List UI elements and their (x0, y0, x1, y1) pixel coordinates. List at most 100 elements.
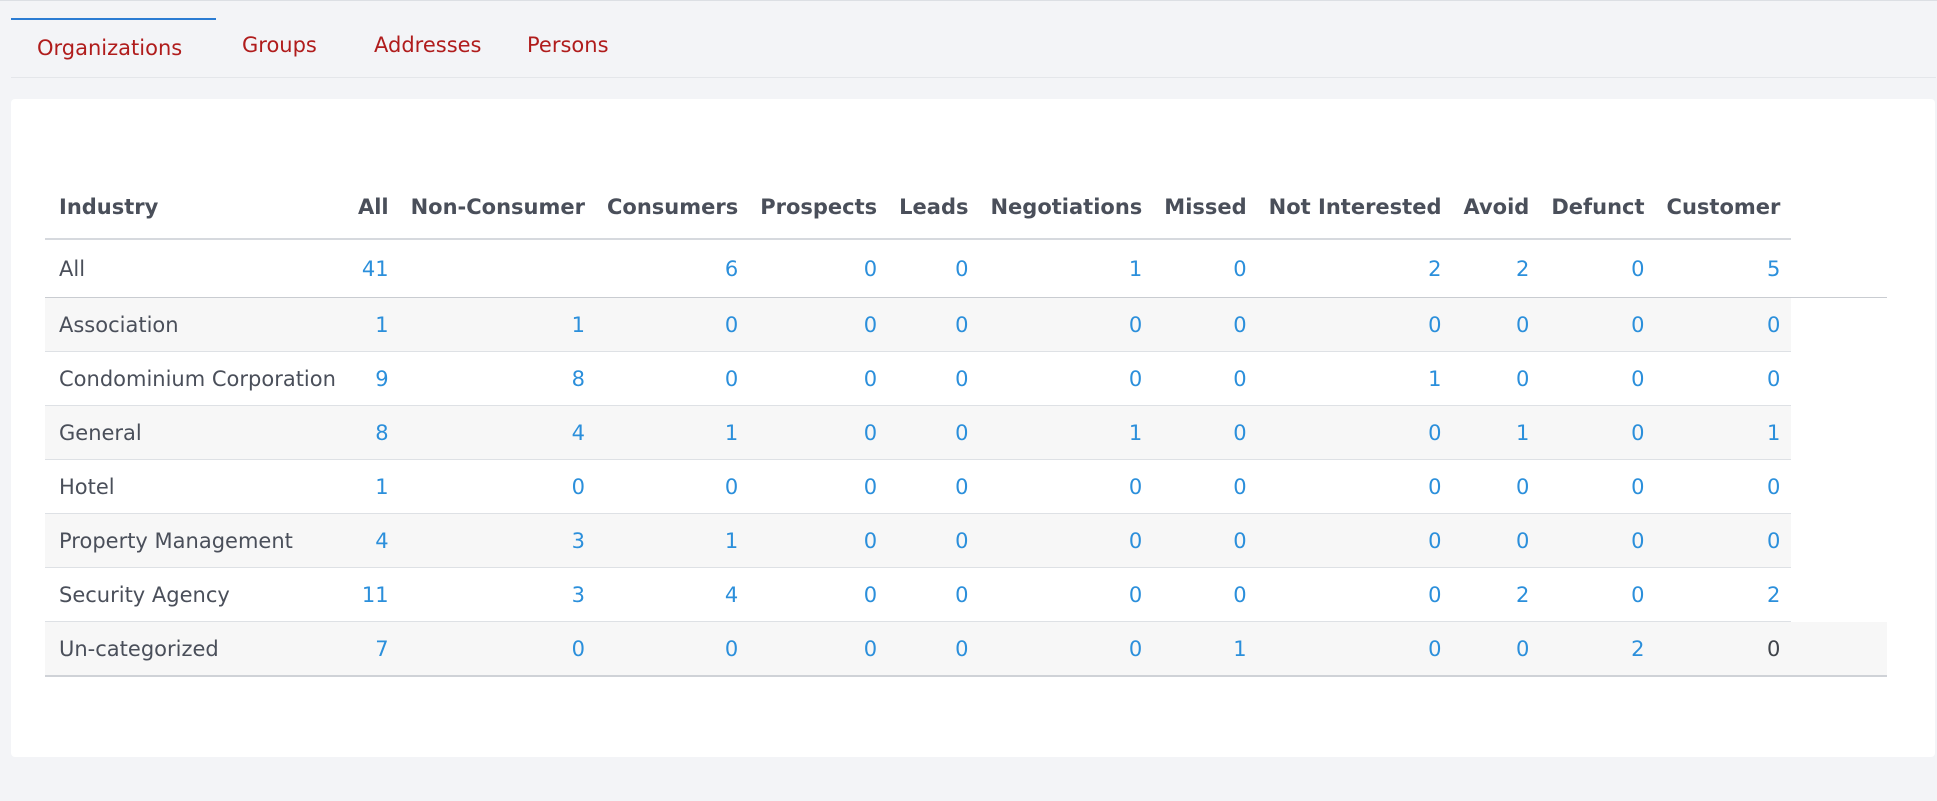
cell-value[interactable]: 0 (979, 297, 1154, 352)
cell-value[interactable]: 0 (749, 567, 889, 622)
cell-value[interactable]: 0 (1257, 297, 1453, 352)
cell-value[interactable]: 0 (399, 621, 596, 677)
cell-value[interactable]: 0 (1540, 239, 1656, 298)
cell-value[interactable]: 41 (346, 239, 400, 298)
cell-value[interactable]: 0 (1153, 351, 1258, 406)
tab-organizations[interactable]: Organizations (11, 18, 216, 76)
column-header-prospects: Prospects (749, 176, 889, 240)
cell-value[interactable]: 0 (1540, 405, 1656, 460)
cell-value[interactable]: 0 (1257, 459, 1453, 514)
table-row: Security Agency 11 3 4 0 0 0 0 0 2 0 2 (45, 567, 1888, 622)
cell-value[interactable]: 0 (1655, 513, 1792, 568)
cell-value[interactable]: 0 (749, 621, 889, 677)
cell-value[interactable]: 1 (1257, 351, 1453, 406)
table-row-all: All 41 6 0 0 1 0 2 2 0 5 (45, 239, 1888, 298)
cell-value[interactable]: 2 (1452, 239, 1541, 298)
cell-value[interactable]: 0 (1540, 459, 1656, 514)
cell-value[interactable]: 2 (1540, 621, 1656, 677)
cell-value[interactable]: 0 (749, 297, 889, 352)
cell-value[interactable]: 1 (979, 405, 1154, 460)
cell-value[interactable]: 0 (1452, 459, 1541, 514)
cell-value[interactable]: 0 (595, 297, 750, 352)
cell-value[interactable]: 0 (1452, 513, 1541, 568)
cell-value[interactable]: 0 (1452, 621, 1541, 677)
cell-value[interactable]: 0 (979, 459, 1154, 514)
cell-value[interactable]: 0 (1655, 351, 1792, 406)
cell-value[interactable]: 0 (1153, 513, 1258, 568)
tab-persons[interactable]: Persons (501, 18, 635, 76)
cell-value[interactable]: 0 (1257, 513, 1453, 568)
cell-value[interactable]: 1 (1153, 621, 1258, 677)
cell-value[interactable]: 0 (1257, 567, 1453, 622)
cell-value[interactable]: 0 (1452, 297, 1541, 352)
cell-value[interactable]: 0 (888, 297, 980, 352)
cell-value[interactable]: 0 (749, 351, 889, 406)
cell-value[interactable]: 0 (888, 351, 980, 406)
cell-value[interactable]: 0 (749, 513, 889, 568)
cell-value[interactable]: 1 (595, 513, 750, 568)
table-spacer (1791, 239, 1888, 298)
cell-value[interactable]: 0 (1153, 405, 1258, 460)
cell-value[interactable]: 0 (888, 405, 980, 460)
cell-value[interactable]: 2 (1257, 239, 1453, 298)
cell-value[interactable]: 0 (749, 239, 889, 298)
cell-value[interactable]: 0 (979, 351, 1154, 406)
cell-value[interactable]: 0 (1257, 621, 1453, 677)
cell-value[interactable]: 0 (888, 459, 980, 514)
cell-value[interactable]: 0 (1153, 567, 1258, 622)
cell-value[interactable]: 0 (979, 621, 1154, 677)
cell-value[interactable]: 2 (1655, 567, 1792, 622)
cell-value[interactable]: 4 (399, 405, 596, 460)
cell-value[interactable]: 1 (979, 239, 1154, 298)
cell-value[interactable]: 11 (346, 567, 400, 622)
cell-value[interactable]: 1 (346, 297, 400, 352)
column-header-customer: Customer (1655, 176, 1792, 240)
cell-value[interactable]: 0 (595, 459, 750, 514)
cell-value[interactable]: 0 (888, 513, 980, 568)
cell-value[interactable]: 3 (399, 513, 596, 568)
cell-value[interactable]: 2 (1452, 567, 1541, 622)
cell-value[interactable]: 4 (346, 513, 400, 568)
cell-value[interactable]: 1 (595, 405, 750, 460)
table-row: General 8 4 1 0 0 1 0 0 1 0 1 (45, 405, 1888, 460)
row-label: Un-categorized (45, 621, 347, 677)
tab-addresses[interactable]: Addresses (348, 18, 508, 76)
cell-value[interactable]: 3 (399, 567, 596, 622)
cell-value[interactable]: 0 (595, 351, 750, 406)
cell-value[interactable]: 0 (1452, 351, 1541, 406)
cell-value[interactable]: 0 (1153, 297, 1258, 352)
cell-value[interactable]: 0 (1655, 459, 1792, 514)
cell-value[interactable]: 0 (1153, 459, 1258, 514)
tab-groups[interactable]: Groups (216, 18, 343, 76)
cell-value[interactable]: 0 (1540, 513, 1656, 568)
cell-value[interactable]: 1 (346, 459, 400, 514)
cell-value[interactable]: 8 (346, 405, 400, 460)
cell-value[interactable]: 0 (979, 513, 1154, 568)
cell-value[interactable]: 0 (888, 567, 980, 622)
cell-value[interactable]: 9 (346, 351, 400, 406)
cell-value[interactable]: 0 (1540, 351, 1656, 406)
row-label: Property Management (45, 513, 347, 568)
cell-value[interactable]: 7 (346, 621, 400, 677)
cell-value[interactable]: 8 (399, 351, 596, 406)
cell-value[interactable]: 5 (1655, 239, 1792, 298)
table-spacer (1791, 405, 1888, 460)
cell-value[interactable]: 0 (888, 239, 980, 298)
cell-value[interactable]: 1 (1452, 405, 1541, 460)
cell-value[interactable]: 0 (979, 567, 1154, 622)
cell-value[interactable]: 0 (595, 621, 750, 677)
cell-value[interactable]: 0 (1257, 405, 1453, 460)
cell-value[interactable]: 1 (399, 297, 596, 352)
cell-value[interactable]: 0 (749, 459, 889, 514)
cell-value[interactable]: 0 (1153, 239, 1258, 298)
cell-value[interactable]: 1 (1655, 405, 1792, 460)
table-spacer (1791, 621, 1888, 677)
cell-value[interactable]: 0 (888, 621, 980, 677)
cell-value[interactable]: 0 (1540, 567, 1656, 622)
cell-value[interactable]: 4 (595, 567, 750, 622)
cell-value[interactable]: 0 (1540, 297, 1656, 352)
cell-value[interactable]: 6 (595, 239, 750, 298)
cell-value[interactable]: 0 (399, 459, 596, 514)
cell-value[interactable]: 0 (1655, 297, 1792, 352)
cell-value[interactable]: 0 (749, 405, 889, 460)
